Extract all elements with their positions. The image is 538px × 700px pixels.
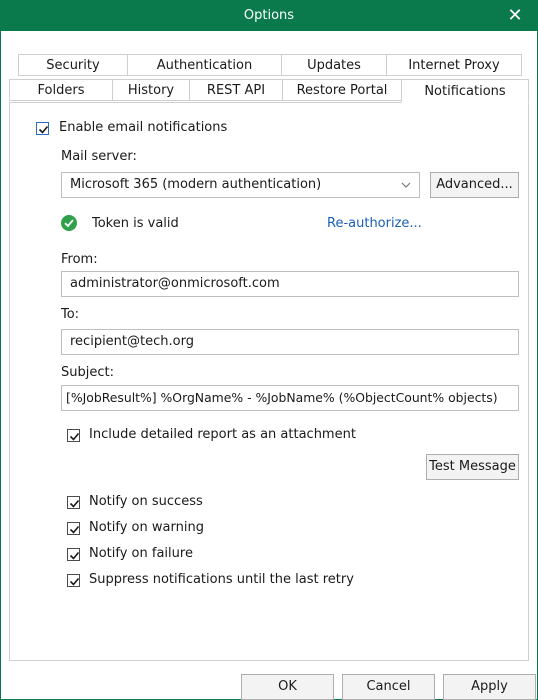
token-status: Token is valid: [92, 216, 179, 231]
options-dialog: Options ✕ Security Authentication Update…: [0, 0, 538, 700]
success-check-icon: [61, 215, 77, 231]
to-input[interactable]: recipient@tech.org: [61, 329, 519, 355]
tab-restore-portal[interactable]: Restore Portal: [282, 79, 402, 101]
checkmark-icon: [69, 432, 80, 441]
tab-folders[interactable]: Folders: [9, 79, 113, 101]
checkmark-icon: [69, 499, 80, 508]
from-input[interactable]: administrator@onmicrosoft.com: [61, 271, 519, 297]
ok-button[interactable]: OK: [241, 674, 334, 700]
test-message-button[interactable]: Test Message: [426, 454, 519, 480]
notify-success-checkbox[interactable]: [67, 496, 80, 509]
checkmark-icon: [69, 577, 80, 586]
chevron-down-icon: [401, 173, 411, 197]
mail-server-label: Mail server:: [61, 149, 137, 164]
title-bar: Options ✕: [1, 1, 537, 31]
subject-label: Subject:: [61, 365, 114, 380]
notify-warning-checkbox[interactable]: [67, 522, 80, 535]
tab-history[interactable]: History: [112, 79, 190, 101]
notify-failure-checkbox[interactable]: [67, 548, 80, 561]
checkmark-icon: [38, 125, 49, 134]
include-report-label: Include detailed report as an attachment: [89, 427, 356, 442]
dialog-title: Options: [243, 8, 295, 23]
from-label: From:: [61, 252, 98, 267]
mail-server-value: Microsoft 365 (modern authentication): [70, 177, 322, 192]
advanced-button[interactable]: Advanced...: [430, 172, 519, 198]
cancel-button[interactable]: Cancel: [342, 674, 435, 700]
tab-internet-proxy[interactable]: Internet Proxy: [386, 54, 522, 76]
mail-server-select[interactable]: Microsoft 365 (modern authentication): [61, 172, 420, 198]
tab-authentication[interactable]: Authentication: [127, 54, 282, 76]
notify-warning-label: Notify on warning: [89, 520, 204, 535]
include-report-checkbox[interactable]: [67, 429, 80, 442]
enable-notifications-checkbox[interactable]: [36, 122, 49, 135]
tab-rest-api[interactable]: REST API: [189, 79, 283, 101]
suppress-notifications-label: Suppress notifications until the last re…: [89, 572, 354, 587]
suppress-notifications-checkbox[interactable]: [67, 574, 80, 587]
checkmark-icon: [69, 551, 80, 560]
tab-updates[interactable]: Updates: [281, 54, 387, 76]
notify-success-label: Notify on success: [89, 494, 203, 509]
notify-failure-label: Notify on failure: [89, 546, 193, 561]
reauthorize-link[interactable]: Re-authorize...: [327, 216, 422, 232]
subject-input[interactable]: [%JobResult%] %OrgName% - %JobName% (%Ob…: [61, 385, 519, 411]
checkmark-icon: [69, 525, 80, 534]
enable-notifications-label: Enable email notifications: [59, 120, 228, 135]
tab-notifications[interactable]: Notifications: [401, 79, 529, 103]
close-icon[interactable]: ✕: [503, 4, 527, 28]
tab-security[interactable]: Security: [18, 54, 128, 76]
apply-button[interactable]: Apply: [443, 674, 536, 700]
to-label: To:: [61, 307, 80, 322]
